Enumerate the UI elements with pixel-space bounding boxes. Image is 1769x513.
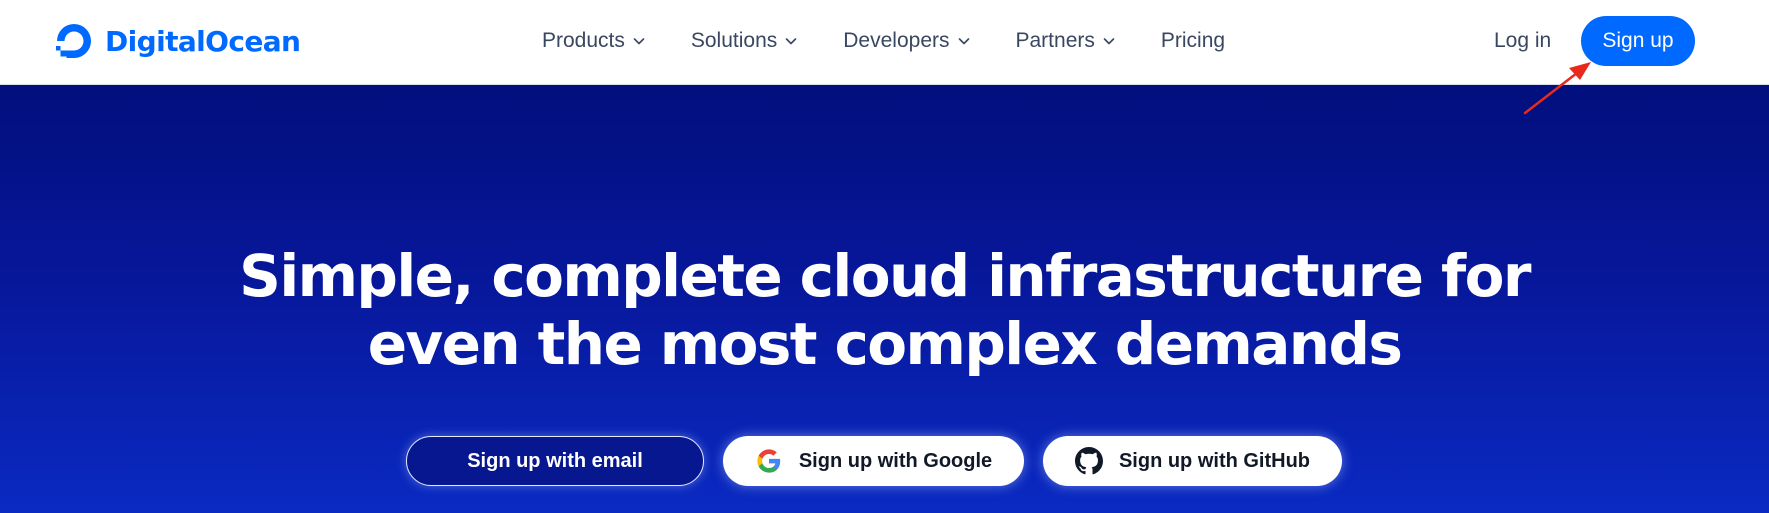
google-icon: [757, 449, 781, 473]
signup-google-label: Sign up with Google: [798, 449, 993, 472]
chevron-down-icon: [958, 38, 969, 45]
signup-email-button[interactable]: Sign up with email: [406, 436, 704, 486]
logo-text: DigitalOcean: [105, 24, 301, 58]
signup-google-button[interactable]: Sign up with Google: [723, 436, 1024, 486]
main-nav: Products Solutions Developers Partners P…: [542, 0, 1270, 82]
nav-item-pricing[interactable]: Pricing: [1161, 29, 1225, 53]
chevron-down-icon: [633, 38, 645, 45]
signup-button[interactable]: Sign up: [1581, 16, 1695, 66]
nav-item-label: Pricing: [1160, 29, 1226, 52]
signup-options: Sign up with email Sign up with Google S…: [0, 436, 1769, 488]
hero-section: Simple, complete cloud infrastructure fo…: [0, 85, 1769, 513]
nav-item-solutions[interactable]: Solutions: [691, 29, 798, 53]
nav-item-developers[interactable]: Developers: [843, 29, 970, 53]
login-link[interactable]: Log in: [1494, 0, 1551, 82]
nav-item-label: Products: [542, 29, 625, 52]
nav-item-label: Partners: [1015, 29, 1095, 52]
nav-item-products[interactable]: Products: [542, 29, 646, 53]
chevron-down-icon: [1103, 38, 1115, 45]
github-icon: [1074, 447, 1103, 475]
page: DigitalOcean Products Solutions Develope…: [0, 0, 1769, 513]
nav-item-label: Developers: [843, 29, 950, 52]
chevron-down-icon: [785, 38, 797, 45]
hero-title-line-2: even the most complex demands: [367, 310, 1403, 378]
hero-title: Simple, complete cloud infrastructure fo…: [0, 242, 1769, 378]
signup-github-button[interactable]: Sign up with GitHub: [1043, 436, 1342, 486]
nav-item-label: Solutions: [690, 29, 778, 52]
site-header: DigitalOcean Products Solutions Develope…: [0, 0, 1769, 85]
nav-item-partners[interactable]: Partners: [1016, 29, 1116, 53]
digitalocean-logo-icon: [56, 24, 91, 58]
signup-email-label: Sign up with email: [467, 449, 643, 472]
logo-link[interactable]: DigitalOcean: [53, 20, 301, 62]
signup-github-label: Sign up with GitHub: [1118, 449, 1311, 472]
hero-title-line-1: Simple, complete cloud infrastructure fo…: [239, 242, 1531, 310]
